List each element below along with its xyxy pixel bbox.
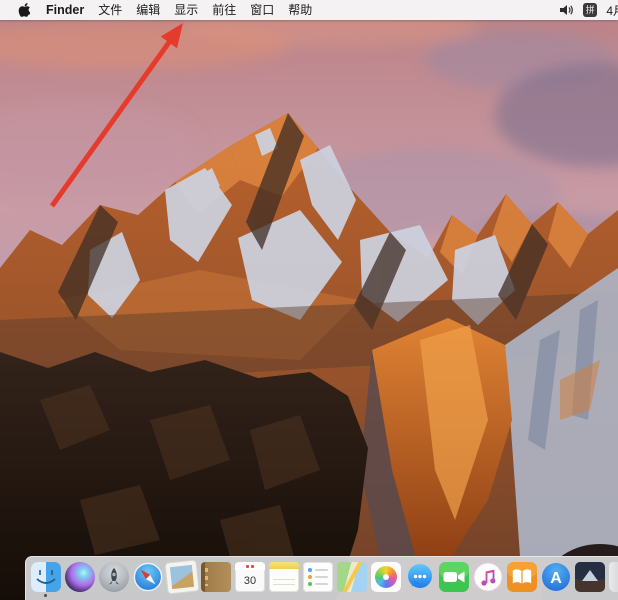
video-camera-icon	[439, 562, 469, 592]
dock-item-reminders[interactable]	[303, 562, 333, 592]
dock-item-safari[interactable]	[133, 562, 163, 592]
input-method-icon[interactable]: 拼	[583, 3, 598, 17]
apple-menu[interactable]	[0, 2, 39, 18]
desktop-wallpaper[interactable]	[0, 0, 618, 600]
macos-desktop: Finder 文件 编辑 显示 前往 窗口 帮助 拼 4月	[0, 0, 618, 600]
menu-item-view[interactable]: 显示	[167, 0, 205, 20]
dock-item-trash[interactable]	[609, 562, 618, 592]
dock-item-desktop-picture-stack[interactable]	[575, 562, 605, 592]
safari-compass-icon	[133, 562, 163, 592]
dock-item-mail[interactable]	[165, 560, 199, 594]
calendar-day-number: 30	[243, 575, 257, 587]
dock-item-calendar[interactable]: 30	[235, 562, 265, 592]
menu-item-window[interactable]: 窗口	[243, 0, 281, 20]
menu-item-help[interactable]: 帮助	[281, 0, 319, 20]
dock-item-siri[interactable]	[65, 562, 95, 592]
running-indicator	[44, 594, 47, 597]
dock-item-finder[interactable]	[31, 562, 61, 597]
menu-item-edit[interactable]: 编辑	[129, 0, 167, 20]
dock-item-facetime[interactable]	[439, 562, 469, 592]
dock-item-messages[interactable]	[405, 562, 435, 592]
dock-item-ibooks[interactable]	[507, 562, 537, 592]
dock-item-launchpad[interactable]	[99, 562, 129, 592]
app-store-a-icon: A	[542, 563, 570, 591]
finder-icon	[31, 562, 61, 592]
dock-item-notes[interactable]	[269, 562, 299, 592]
menu-bar-status: 拼 4月	[560, 0, 618, 20]
dock-item-contacts[interactable]	[201, 562, 231, 592]
sierra-mountain-image	[0, 0, 618, 600]
apple-logo-icon	[18, 3, 30, 17]
dock-item-photos[interactable]	[371, 562, 401, 592]
menu-item-go[interactable]: 前往	[205, 0, 243, 20]
chat-bubble-icon	[408, 564, 432, 588]
dock-item-maps[interactable]	[337, 562, 367, 592]
open-book-icon	[507, 562, 537, 592]
calendar-month-strip	[235, 562, 265, 570]
svg-text:A: A	[550, 570, 562, 587]
volume-icon[interactable]	[560, 4, 574, 16]
dock-item-app-store[interactable]: A	[541, 562, 571, 592]
menu-item-finder[interactable]: Finder	[39, 0, 91, 20]
music-note-icon	[473, 562, 503, 592]
menu-item-file[interactable]: 文件	[91, 0, 129, 20]
menu-bar: Finder 文件 编辑 显示 前往 窗口 帮助 拼 4月	[0, 0, 618, 20]
dock: 30 A	[25, 556, 618, 600]
rocket-icon	[108, 568, 120, 585]
menu-bar-clock[interactable]: 4月	[606, 2, 618, 19]
dock-item-itunes[interactable]	[473, 562, 503, 592]
